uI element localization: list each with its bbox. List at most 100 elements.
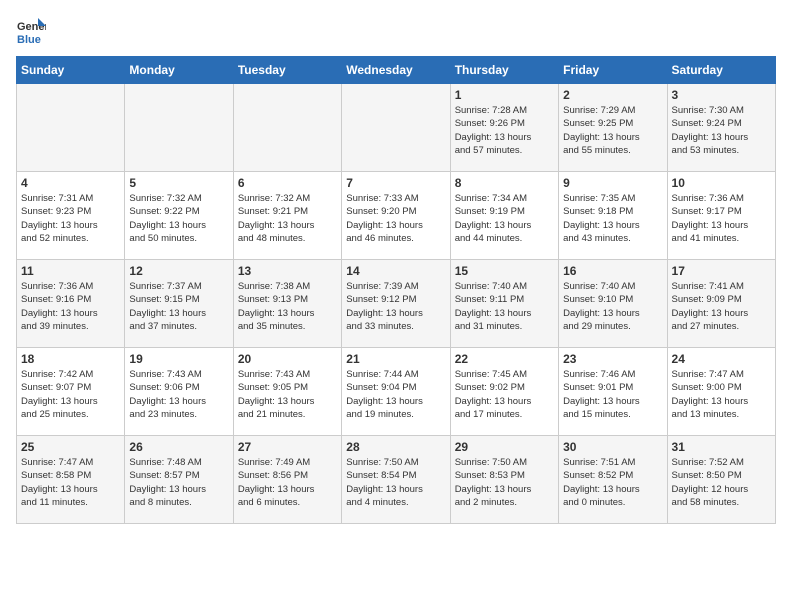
day-number: 4 bbox=[21, 176, 120, 190]
calendar-table: SundayMondayTuesdayWednesdayThursdayFrid… bbox=[16, 56, 776, 524]
day-header-saturday: Saturday bbox=[667, 57, 775, 84]
day-info: Sunrise: 7:48 AM Sunset: 8:57 PM Dayligh… bbox=[129, 456, 228, 509]
day-header-tuesday: Tuesday bbox=[233, 57, 341, 84]
day-info: Sunrise: 7:33 AM Sunset: 9:20 PM Dayligh… bbox=[346, 192, 445, 245]
day-number: 24 bbox=[672, 352, 771, 366]
day-number: 8 bbox=[455, 176, 554, 190]
day-info: Sunrise: 7:42 AM Sunset: 9:07 PM Dayligh… bbox=[21, 368, 120, 421]
calendar-cell: 24Sunrise: 7:47 AM Sunset: 9:00 PM Dayli… bbox=[667, 348, 775, 436]
calendar-cell: 3Sunrise: 7:30 AM Sunset: 9:24 PM Daylig… bbox=[667, 84, 775, 172]
day-info: Sunrise: 7:43 AM Sunset: 9:05 PM Dayligh… bbox=[238, 368, 337, 421]
calendar-cell: 19 Sunrise: 7:43 AM Sunset: 9:06 PM Dayli… bbox=[125, 348, 233, 436]
day-info: Sunrise: 7:41 AM Sunset: 9:09 PM Dayligh… bbox=[672, 280, 771, 333]
day-info: Sunrise: 7:51 AM Sunset: 8:52 PM Dayligh… bbox=[563, 456, 662, 509]
day-number: 30 bbox=[563, 440, 662, 454]
day-info: Sunrise: 7:32 AM Sunset: 9:21 PM Dayligh… bbox=[238, 192, 337, 245]
day-number: 10 bbox=[672, 176, 771, 190]
svg-text:Blue: Blue bbox=[17, 34, 41, 46]
day-number: 11 bbox=[21, 264, 120, 278]
day-number: 27 bbox=[238, 440, 337, 454]
day-number: 23 bbox=[563, 352, 662, 366]
day-header-sunday: Sunday bbox=[17, 57, 125, 84]
calendar-week-3: 11 Sunrise: 7:36 AM Sunset: 9:16 PM Dayli… bbox=[17, 260, 776, 348]
day-number: 14 bbox=[346, 264, 445, 278]
day-header-monday: Monday bbox=[125, 57, 233, 84]
day-info: Sunrise: 7:46 AM Sunset: 9:01 PM Dayligh… bbox=[563, 368, 662, 421]
day-info: Sunrise: 7:29 AM Sunset: 9:25 PM Dayligh… bbox=[563, 104, 662, 157]
day-info: Sunrise: 7:50 AM Sunset: 8:53 PM Dayligh… bbox=[455, 456, 554, 509]
day-number: 13 bbox=[238, 264, 337, 278]
day-number: 5 bbox=[129, 176, 228, 190]
day-info: Sunrise: 7:40 AM Sunset: 9:10 PM Dayligh… bbox=[563, 280, 662, 333]
day-number: 19 bbox=[129, 352, 228, 366]
calendar-cell bbox=[342, 84, 450, 172]
calendar-cell: 8 Sunrise: 7:34 AM Sunset: 9:19 PM Daylig… bbox=[450, 172, 558, 260]
day-info: Sunrise: 7:37 AM Sunset: 9:15 PM Dayligh… bbox=[129, 280, 228, 333]
day-number: 20 bbox=[238, 352, 337, 366]
day-info: Sunrise: 7:35 AM Sunset: 9:18 PM Dayligh… bbox=[563, 192, 662, 245]
calendar-cell bbox=[233, 84, 341, 172]
calendar-cell: 13 Sunrise: 7:38 AM Sunset: 9:13 PM Dayli… bbox=[233, 260, 341, 348]
calendar-cell: 30 Sunrise: 7:51 AM Sunset: 8:52 PM Dayli… bbox=[559, 436, 667, 524]
calendar-cell: 16Sunrise: 7:40 AM Sunset: 9:10 PM Dayli… bbox=[559, 260, 667, 348]
day-info: Sunrise: 7:36 AM Sunset: 9:17 PM Dayligh… bbox=[672, 192, 771, 245]
calendar-cell: 2 Sunrise: 7:29 AM Sunset: 9:25 PM Daylig… bbox=[559, 84, 667, 172]
calendar-cell: 21 Sunrise: 7:44 AM Sunset: 9:04 PM Dayli… bbox=[342, 348, 450, 436]
calendar-cell: 25 Sunrise: 7:47 AM Sunset: 8:58 PM Dayli… bbox=[17, 436, 125, 524]
day-info: Sunrise: 7:34 AM Sunset: 9:19 PM Dayligh… bbox=[455, 192, 554, 245]
day-number: 9 bbox=[563, 176, 662, 190]
day-info: Sunrise: 7:32 AM Sunset: 9:22 PM Dayligh… bbox=[129, 192, 228, 245]
day-header-thursday: Thursday bbox=[450, 57, 558, 84]
calendar-cell: 31 Sunrise: 7:52 AM Sunset: 8:50 PM Dayli… bbox=[667, 436, 775, 524]
calendar-cell: 11 Sunrise: 7:36 AM Sunset: 9:16 PM Dayli… bbox=[17, 260, 125, 348]
day-info: Sunrise: 7:28 AM Sunset: 9:26 PM Dayligh… bbox=[455, 104, 554, 157]
calendar-cell: 10 Sunrise: 7:36 AM Sunset: 9:17 PM Dayli… bbox=[667, 172, 775, 260]
day-info: Sunrise: 7:36 AM Sunset: 9:16 PM Dayligh… bbox=[21, 280, 120, 333]
calendar-cell: 23 Sunrise: 7:46 AM Sunset: 9:01 PM Dayli… bbox=[559, 348, 667, 436]
calendar-cell: 26Sunrise: 7:48 AM Sunset: 8:57 PM Dayli… bbox=[125, 436, 233, 524]
calendar-week-5: 25 Sunrise: 7:47 AM Sunset: 8:58 PM Dayli… bbox=[17, 436, 776, 524]
logo: General Blue bbox=[16, 16, 46, 46]
day-number: 12 bbox=[129, 264, 228, 278]
calendar-cell: 12 Sunrise: 7:37 AM Sunset: 9:15 PM Dayli… bbox=[125, 260, 233, 348]
day-number: 15 bbox=[455, 264, 554, 278]
day-headers-row: SundayMondayTuesdayWednesdayThursdayFrid… bbox=[17, 57, 776, 84]
day-number: 22 bbox=[455, 352, 554, 366]
calendar-cell: 17 Sunrise: 7:41 AM Sunset: 9:09 PM Dayli… bbox=[667, 260, 775, 348]
header: General Blue bbox=[16, 16, 776, 46]
day-info: Sunrise: 7:45 AM Sunset: 9:02 PM Dayligh… bbox=[455, 368, 554, 421]
calendar-week-2: 4 Sunrise: 7:31 AM Sunset: 9:23 PM Daylig… bbox=[17, 172, 776, 260]
day-info: Sunrise: 7:38 AM Sunset: 9:13 PM Dayligh… bbox=[238, 280, 337, 333]
calendar-cell: 20 Sunrise: 7:43 AM Sunset: 9:05 PM Dayli… bbox=[233, 348, 341, 436]
day-header-wednesday: Wednesday bbox=[342, 57, 450, 84]
day-info: Sunrise: 7:52 AM Sunset: 8:50 PM Dayligh… bbox=[672, 456, 771, 509]
day-number: 21 bbox=[346, 352, 445, 366]
day-number: 17 bbox=[672, 264, 771, 278]
day-info: Sunrise: 7:30 AM Sunset: 9:24 PM Dayligh… bbox=[672, 104, 771, 157]
day-info: Sunrise: 7:39 AM Sunset: 9:12 PM Dayligh… bbox=[346, 280, 445, 333]
day-number: 7 bbox=[346, 176, 445, 190]
calendar-cell: 5 Sunrise: 7:32 AM Sunset: 9:22 PM Daylig… bbox=[125, 172, 233, 260]
calendar-cell: 4 Sunrise: 7:31 AM Sunset: 9:23 PM Daylig… bbox=[17, 172, 125, 260]
calendar-cell: 27Sunrise: 7:49 AM Sunset: 8:56 PM Dayli… bbox=[233, 436, 341, 524]
calendar-cell: 14 Sunrise: 7:39 AM Sunset: 9:12 PM Dayli… bbox=[342, 260, 450, 348]
day-info: Sunrise: 7:40 AM Sunset: 9:11 PM Dayligh… bbox=[455, 280, 554, 333]
day-info: Sunrise: 7:44 AM Sunset: 9:04 PM Dayligh… bbox=[346, 368, 445, 421]
calendar-week-4: 18Sunrise: 7:42 AM Sunset: 9:07 PM Dayli… bbox=[17, 348, 776, 436]
day-number: 28 bbox=[346, 440, 445, 454]
day-info: Sunrise: 7:47 AM Sunset: 8:58 PM Dayligh… bbox=[21, 456, 120, 509]
calendar-cell: 6Sunrise: 7:32 AM Sunset: 9:21 PM Daylig… bbox=[233, 172, 341, 260]
calendar-week-1: 1 Sunrise: 7:28 AM Sunset: 9:26 PM Daylig… bbox=[17, 84, 776, 172]
day-number: 25 bbox=[21, 440, 120, 454]
day-number: 1 bbox=[455, 88, 554, 102]
day-info: Sunrise: 7:31 AM Sunset: 9:23 PM Dayligh… bbox=[21, 192, 120, 245]
day-number: 2 bbox=[563, 88, 662, 102]
calendar-cell bbox=[125, 84, 233, 172]
logo-icon: General Blue bbox=[16, 16, 46, 46]
day-number: 31 bbox=[672, 440, 771, 454]
calendar-cell bbox=[17, 84, 125, 172]
calendar-cell: 28Sunrise: 7:50 AM Sunset: 8:54 PM Dayli… bbox=[342, 436, 450, 524]
day-info: Sunrise: 7:43 AM Sunset: 9:06 PM Dayligh… bbox=[129, 368, 228, 421]
calendar-cell: 15 Sunrise: 7:40 AM Sunset: 9:11 PM Dayli… bbox=[450, 260, 558, 348]
calendar-cell: 22 Sunrise: 7:45 AM Sunset: 9:02 PM Dayli… bbox=[450, 348, 558, 436]
